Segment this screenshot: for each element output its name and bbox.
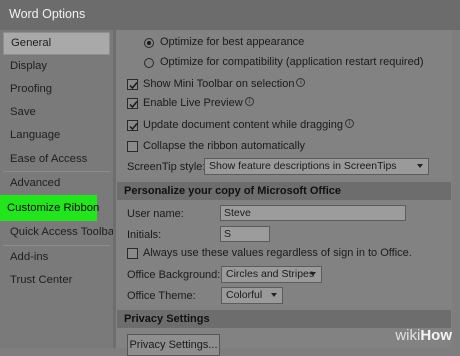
sidebar: General Display Proofing Save Language E… <box>0 30 118 348</box>
sidebar-item-add-ins[interactable]: Add-ins <box>3 246 110 269</box>
sidebar-item-trust-center[interactable]: Trust Center <box>3 269 110 292</box>
live-preview-checkbox[interactable] <box>127 98 138 109</box>
optimize-best-radio[interactable] <box>144 38 154 48</box>
always-use-label: Always use these values regardless of si… <box>143 247 412 259</box>
chevron-down-icon <box>271 293 277 297</box>
info-icon: i <box>344 119 354 128</box>
update-dragging-checkbox[interactable] <box>127 120 138 131</box>
mini-toolbar-label: Show Mini Toolbar on selection i <box>143 78 306 90</box>
info-icon: i <box>244 97 254 106</box>
wikihow-watermark: wikiHow <box>395 327 452 344</box>
chevron-down-icon <box>310 272 316 276</box>
checkmark-icon <box>129 101 138 109</box>
office-theme-value: Colorful <box>226 289 263 301</box>
office-theme-dropdown[interactable]: Colorful <box>221 287 283 304</box>
office-theme-label: Office Theme: <box>127 290 196 302</box>
initials-label: Initials: <box>127 229 162 241</box>
sidebar-item-ease-of-access[interactable]: Ease of Access <box>3 148 110 171</box>
chevron-down-icon <box>417 164 423 168</box>
update-dragging-label: Update document content while dragging i <box>143 119 354 131</box>
checkmark-icon <box>129 123 138 131</box>
screentip-value: Show feature descriptions in ScreenTips <box>209 160 397 172</box>
sidebar-item-quick-access-toolbar[interactable]: Quick Access Toolbar <box>3 221 118 244</box>
sidebar-item-general[interactable]: General <box>3 32 110 55</box>
sidebar-item-advanced[interactable]: Advanced <box>3 172 110 195</box>
privacy-heading: Privacy Settings <box>117 310 451 328</box>
sidebar-item-proofing[interactable]: Proofing <box>3 78 110 101</box>
optimize-compat-label: Optimize for compatibility (application … <box>160 56 424 68</box>
sidebar-item-customize-ribbon[interactable]: Customize Ribbon <box>0 195 99 221</box>
collapse-ribbon-checkbox[interactable] <box>127 141 138 152</box>
collapse-ribbon-label: Collapse the ribbon automatically <box>143 140 306 152</box>
sidebar-item-save[interactable]: Save <box>3 101 110 124</box>
personalize-heading: Personalize your copy of Microsoft Offic… <box>117 182 451 200</box>
checkmark-icon <box>129 82 138 90</box>
window-title: Word Options <box>9 7 86 21</box>
optimize-compat-radio[interactable] <box>144 58 154 68</box>
office-background-label: Office Background: <box>127 269 221 281</box>
optimize-best-label: Optimize for best appearance <box>160 36 305 48</box>
screentip-label: ScreenTip style: <box>127 161 206 173</box>
initials-input[interactable]: S <box>220 226 270 242</box>
title-bar: Word Options <box>0 0 460 30</box>
office-background-dropdown[interactable]: Circles and Stripes <box>221 266 322 283</box>
live-preview-label: Enable Live Preview i <box>143 97 254 109</box>
user-name-label: User name: <box>127 208 184 220</box>
info-icon: i <box>296 78 306 87</box>
screentip-dropdown[interactable]: Show feature descriptions in ScreenTips <box>204 158 429 175</box>
mini-toolbar-checkbox[interactable] <box>127 79 138 90</box>
office-background-value: Circles and Stripes <box>226 268 315 280</box>
user-name-input[interactable]: Steve <box>220 205 406 221</box>
privacy-settings-button[interactable]: Privacy Settings... <box>127 334 220 356</box>
sidebar-item-display[interactable]: Display <box>3 55 110 78</box>
always-use-checkbox[interactable] <box>127 248 138 259</box>
sidebar-item-language[interactable]: Language <box>3 124 110 147</box>
